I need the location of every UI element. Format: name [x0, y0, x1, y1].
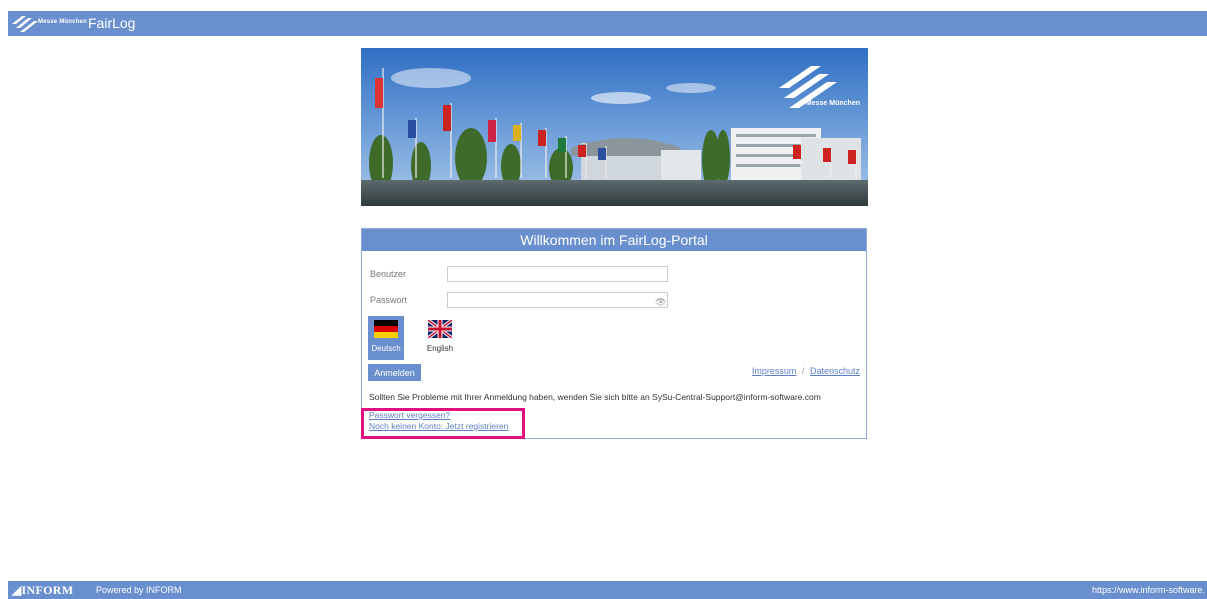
datenschutz-link[interactable]: Datenschutz: [810, 366, 860, 376]
language-deutsch-button[interactable]: Deutsch: [368, 316, 404, 360]
language-english-button[interactable]: English: [422, 316, 458, 360]
user-input[interactable]: [447, 266, 668, 282]
footer-bar: ◢INFORM Powered by INFORM https://www.in…: [8, 581, 1207, 599]
legal-links: Impressum / Datenschutz: [752, 366, 860, 376]
german-flag-icon: [374, 320, 398, 338]
language-english-label: English: [426, 344, 454, 353]
footer-powered-text: Powered by INFORM: [96, 585, 182, 595]
footer-logo-text: INFORM: [21, 583, 74, 597]
impressum-link[interactable]: Impressum: [752, 366, 797, 376]
footer-url-link[interactable]: https://www.inform-software.: [1092, 585, 1205, 595]
legal-link-separator: /: [801, 366, 805, 376]
messe-logo-icon: [12, 16, 38, 32]
hero-image: Messe München: [361, 48, 868, 206]
top-bar: Messe München FairLog: [8, 11, 1207, 36]
login-button[interactable]: Anmelden: [368, 364, 421, 381]
logo-text: Messe München: [38, 19, 87, 25]
login-panel-title: Willkommen im FairLog-Portal: [362, 229, 866, 251]
show-password-icon[interactable]: 👁: [655, 297, 666, 308]
uk-flag-icon: [428, 320, 452, 338]
support-help-text: Sollten Sie Probleme mit Ihrer Anmeldung…: [369, 392, 821, 402]
inform-logo: ◢INFORM: [12, 583, 74, 597]
password-input[interactable]: [447, 292, 668, 308]
language-deutsch-label: Deutsch: [371, 344, 401, 353]
app-title: FairLog: [88, 15, 136, 31]
password-label: Passwort: [370, 295, 408, 305]
highlight-box: [361, 408, 525, 439]
hero-brand-text: Messe München: [805, 100, 860, 107]
left-margin: [0, 0, 8, 599]
user-label: Benutzer: [370, 269, 407, 279]
